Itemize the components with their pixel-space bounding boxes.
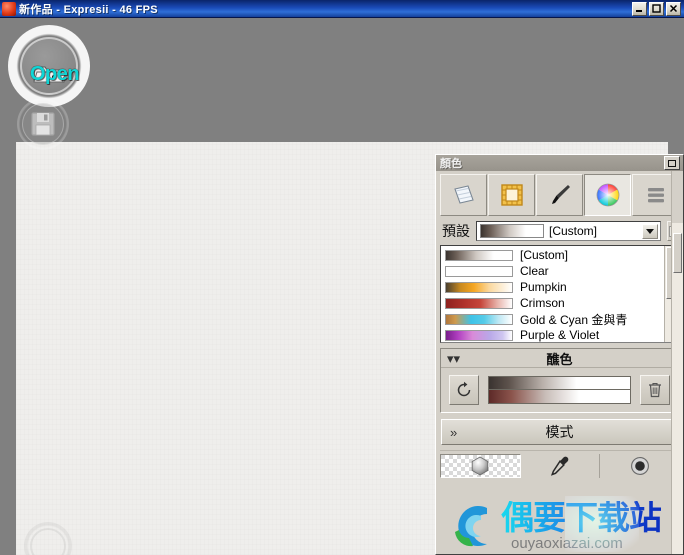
dip-section-body <box>441 368 678 412</box>
preset-list-item[interactable]: Gold & Cyan 金與青 <box>441 311 664 327</box>
tool-filled-circle[interactable] <box>600 454 679 478</box>
color-wheel-icon <box>596 183 619 207</box>
mode-button-label: 模式 <box>545 424 574 440</box>
canvas-frame-icon <box>500 184 523 206</box>
tab-brush[interactable] <box>536 174 583 216</box>
preset-item-label: Gold & Cyan 金與青 <box>520 312 628 327</box>
brush-icon <box>551 185 570 204</box>
preset-item-swatch <box>445 297 513 309</box>
preset-item-swatch <box>445 249 513 261</box>
tool-eyedropper[interactable] <box>521 454 601 478</box>
open-button[interactable]: Open <box>8 25 90 107</box>
delete-dip-button[interactable] <box>640 375 670 405</box>
panel-restore-button[interactable] <box>664 156 680 170</box>
preset-list-item[interactable]: Pumpkin <box>441 279 664 295</box>
hamburger-menu-icon <box>647 188 664 203</box>
circle-hud-icon <box>30 528 66 555</box>
tool-row <box>440 450 679 478</box>
save-button[interactable] <box>17 98 69 150</box>
preset-dropdown[interactable]: [Custom] <box>476 221 661 241</box>
preset-item-label: Clear <box>520 264 549 278</box>
panel-scrollbar[interactable] <box>672 223 683 554</box>
preset-list-item[interactable]: Crimson <box>441 295 664 311</box>
color-panel-titlebar[interactable]: 顏色 <box>436 155 683 171</box>
preset-label: 預設 <box>442 223 470 239</box>
chevron-down-icon[interactable] <box>642 224 658 239</box>
close-button[interactable] <box>666 1 681 16</box>
open-folder-icon <box>33 66 66 83</box>
tab-canvas[interactable] <box>488 174 535 216</box>
preset-item-label: [Custom] <box>520 248 569 262</box>
preset-list-item[interactable]: Clear <box>441 263 664 279</box>
tab-color[interactable] <box>584 174 631 216</box>
color-panel-title: 顏色 <box>440 158 462 170</box>
maximize-button[interactable] <box>649 1 664 16</box>
preset-list-container: [Custom] Clear Pumpkin Crimson Gold & Cyan 金… <box>440 245 679 343</box>
sphere-ball-icon <box>472 456 489 476</box>
mode-button[interactable]: » 模式 <box>441 419 678 445</box>
refresh-icon <box>457 381 471 397</box>
trash-icon <box>649 382 661 398</box>
minimize-button[interactable] <box>632 1 647 16</box>
color-panel: 顏色 預設 [Custom] [Custom] Clear Pumpkin Cr… <box>435 154 684 555</box>
preset-row: 預設 [Custom] <box>436 216 683 245</box>
dip-section: ▾▾ 醮色 <box>440 348 679 413</box>
panel-scrollbar-thumb[interactable] <box>673 233 682 273</box>
application-window: 新作品 - Expresii - 46 FPS Open 顏色 預設 [Cust… <box>0 0 684 555</box>
dip-strip-secondary[interactable] <box>489 390 630 403</box>
preset-list-item[interactable]: [Custom] <box>441 247 664 263</box>
reset-dip-button[interactable] <box>449 375 479 405</box>
window-controls <box>632 1 681 16</box>
preset-item-swatch <box>445 265 513 277</box>
tool-sphere[interactable] <box>440 454 521 478</box>
preset-item-swatch <box>445 313 513 325</box>
preset-item-swatch <box>445 329 513 341</box>
preset-swatch <box>480 224 544 238</box>
tab-paper[interactable] <box>440 174 487 216</box>
preset-item-label: Pumpkin <box>520 280 567 294</box>
dip-section-title: 醮色 <box>546 351 573 367</box>
preset-list[interactable]: [Custom] Clear Pumpkin Crimson Gold & Cyan 金… <box>441 246 664 342</box>
filled-circle-icon <box>630 457 649 475</box>
preset-item-swatch <box>445 281 513 293</box>
panel-right-gutter <box>671 171 683 554</box>
app-droplet-icon <box>2 1 16 16</box>
window-title: 新作品 - Expresii - 46 FPS <box>19 3 158 16</box>
paper-sheet-icon <box>453 185 474 204</box>
floppy-save-icon <box>31 112 55 136</box>
window-titlebar[interactable]: 新作品 - Expresii - 46 FPS <box>0 0 684 18</box>
preset-list-item[interactable]: Purple & Violet <box>441 327 664 342</box>
preset-selected-value: [Custom] <box>549 224 598 238</box>
dip-section-header[interactable]: ▾▾ 醮色 <box>441 349 678 368</box>
dip-strip-primary[interactable] <box>489 377 630 390</box>
color-panel-tabs <box>436 171 683 216</box>
restore-icon <box>668 159 676 167</box>
preset-item-label: Purple & Violet <box>520 328 600 342</box>
eyedropper-icon <box>550 456 569 476</box>
preset-item-label: Crimson <box>520 296 565 310</box>
dip-gradient-strips[interactable] <box>488 376 631 404</box>
